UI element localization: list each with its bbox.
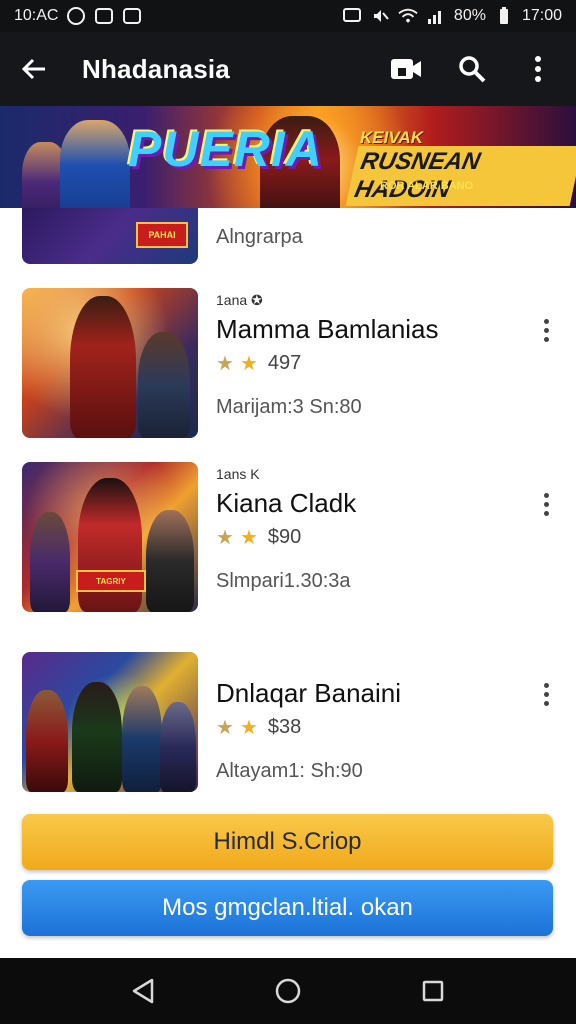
back-button[interactable] [16,51,52,87]
item-meta: Altayam1: Sh:90 [216,760,363,782]
star-icon: ★ [216,526,234,549]
search-icon [459,56,486,83]
camera-icon [94,6,114,26]
item-meta: Slmpari1.30:3a [216,570,351,592]
home-circle-icon [275,978,301,1004]
rating-value: 497 [267,352,302,374]
more-vert-icon-dot [543,318,549,324]
status-right: 80% 17:00 [342,6,562,26]
rating-value: $38 [267,716,302,738]
banner-tagline: ROR ALAR BANO [380,180,474,192]
video-button[interactable] [388,51,424,87]
rating-row: ★ ★ $38 [216,716,301,739]
item-thumbnail: TAGRIY [22,462,198,612]
primary-action-button[interactable]: Himdl S.Criop [22,814,553,870]
status-left-text: 10:AC [14,7,59,24]
banner-subtitle-small: KEIVAK [360,128,423,147]
star-icon: ★ [239,716,258,739]
nav-back-button[interactable] [119,967,167,1015]
signal-icon [426,6,446,26]
partial-thumbnail-badge: PAHAI [136,222,188,248]
list-item[interactable]: TAGRIY 1ans K Kiana Cladk ★ ★ $90 Slmpar… [22,462,562,612]
item-title: Kiana Cladk [216,488,357,518]
status-bar: 10:AC 80% 17:00 [0,0,576,32]
nav-recents-button[interactable] [409,967,457,1015]
banner-hero-left [60,120,130,208]
wifi-icon [398,6,418,26]
item-more-button[interactable] [534,676,558,712]
list-item[interactable]: Dnlaqar Banaini ★ ★ $38 Altayam1: Sh:90 [22,652,562,792]
item-meta: Marijam:3 Sn:80 [216,396,362,418]
recents-square-icon [423,980,444,1002]
app-title: Nhadanasia [82,53,230,84]
banner-subtitle-main: RUSNEAN HADOIN [345,146,576,206]
rating-row: ★ ★ 497 [216,352,301,375]
item-title: Dnlaqar Banaini [216,678,402,708]
item-title: Mamma Bamlanias [216,314,439,344]
item-subtitle: 1ans K [216,466,260,482]
star-icon: ★ [216,716,234,739]
partial-item-text: Alngrarpa [216,226,303,248]
more-options-button[interactable] [520,51,556,87]
battery-percent: 80% [453,7,486,24]
item-thumbnail [22,652,198,792]
item-subtitle: 1ana ✪ [216,292,263,308]
gallery-icon [122,6,142,26]
back-triangle-icon [132,978,153,1004]
star-icon: ★ [239,526,258,549]
item-more-button[interactable] [534,312,558,348]
thumbnail-badge: TAGRIY [76,570,146,592]
star-icon: ★ [239,352,258,375]
system-nav-bar [0,958,576,1024]
secondary-action-button[interactable]: Mos gmgclan.ltial. okan [22,880,553,936]
screen: 10:AC 80% 17:00 Nhadanasia PUERIA KEIVAK… [0,0,576,1024]
video-icon [391,59,421,79]
rating-value: $90 [267,526,302,548]
more-vert-icon [535,56,541,82]
banner-title: PUERIA [128,121,323,177]
star-icon: ★ [216,352,234,375]
status-left: 10:AC [14,6,142,26]
partial-thumbnail: PAHAI [22,208,198,264]
rating-row: ★ ★ $90 [216,526,301,549]
battery-icon [494,6,514,26]
mute-icon [370,6,390,26]
app-actions [388,51,556,87]
cast-icon [342,6,362,26]
item-thumbnail [22,288,198,438]
list-item-partial[interactable]: PAHAI Alngrarpa [22,208,552,266]
item-more-button[interactable] [534,486,558,522]
list-item[interactable]: 1ana ✪ Mamma Bamlanias ★ ★ 497 Marijam:3… [22,288,562,438]
app-bar: Nhadanasia [0,32,576,106]
notification-icon [66,6,86,26]
promo-banner[interactable]: PUERIA KEIVAK RUSNEAN HADOIN ROR ALAR BA… [0,106,576,208]
arrow-left-icon [21,58,45,80]
search-button[interactable] [454,51,490,87]
status-time: 17:00 [521,7,562,24]
nav-home-button[interactable] [264,967,312,1015]
